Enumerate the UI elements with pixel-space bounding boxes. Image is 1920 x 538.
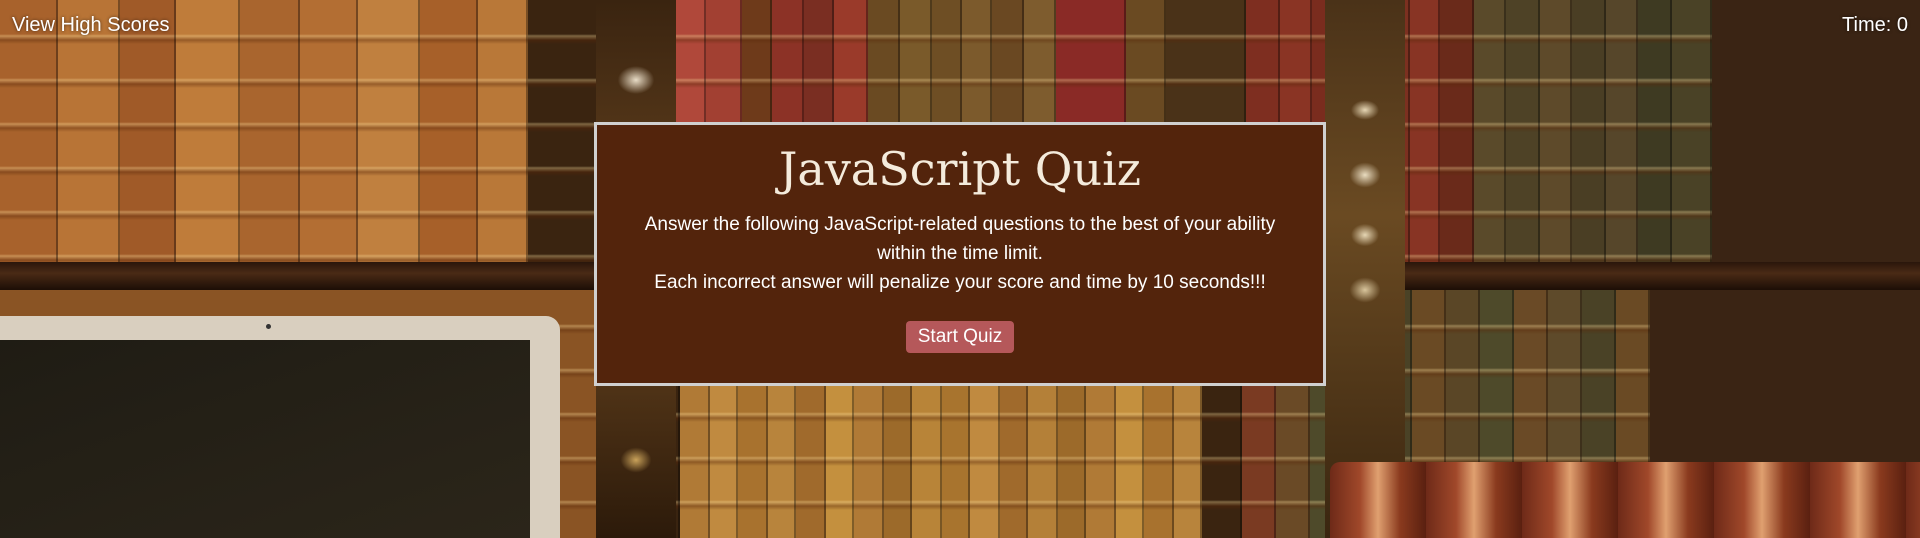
leather-books — [1330, 462, 1920, 538]
quiz-title: JavaScript Quiz — [778, 142, 1142, 196]
quiz-instructions-line-2: Each incorrect answer will penalize your… — [654, 271, 1266, 293]
quiz-start-card: JavaScript Quiz Answer the following Jav… — [594, 122, 1326, 386]
laptop — [0, 316, 560, 538]
laptop-camera — [266, 324, 271, 329]
timer-label: Time: — [1842, 14, 1892, 36]
quiz-instructions: Answer the following JavaScript-related … — [635, 210, 1285, 297]
start-quiz-button[interactable]: Start Quiz — [905, 320, 1015, 353]
timer: Time: 0 — [1842, 14, 1908, 37]
view-high-scores-link[interactable]: View High Scores — [12, 14, 169, 37]
timer-value: 0 — [1896, 14, 1908, 36]
laptop-screen — [0, 340, 530, 538]
ornate-column-right — [1325, 0, 1405, 538]
quiz-instructions-line-1: Answer the following JavaScript-related … — [644, 213, 1276, 264]
